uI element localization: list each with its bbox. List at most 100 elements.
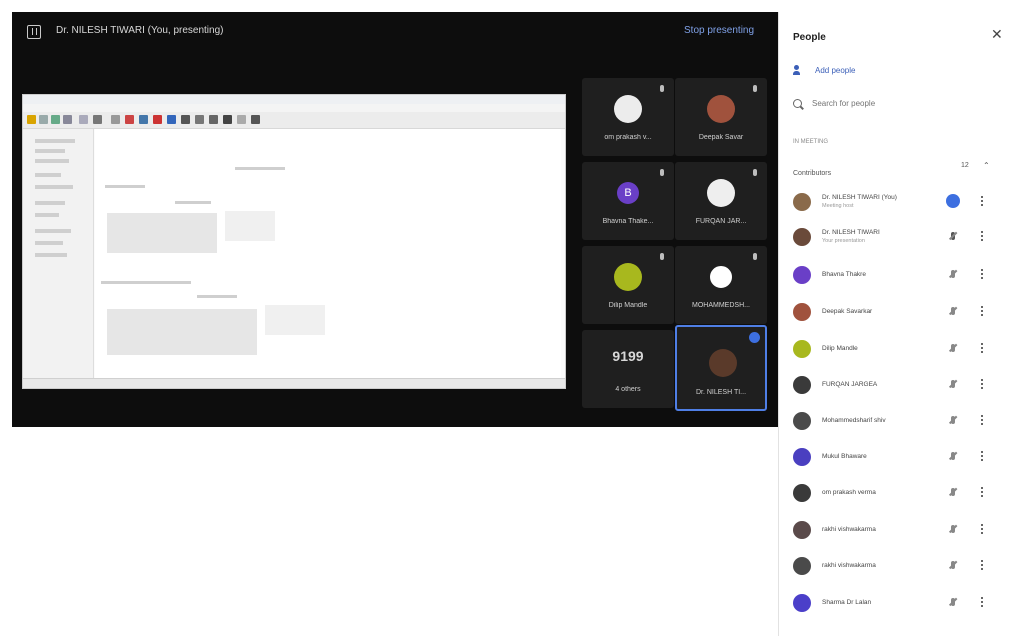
mic-off-icon	[753, 85, 757, 92]
participant-name: om prakash verma	[822, 489, 876, 496]
participant-tile-self[interactable]: Dr. NILESH TI...	[675, 325, 767, 411]
mic-off-icon	[660, 169, 664, 176]
more-options-icon[interactable]	[981, 487, 983, 497]
toolbar-icon	[125, 115, 134, 124]
participant-name: Bhavna Thake...	[602, 218, 654, 225]
search-icon	[793, 99, 802, 108]
mic-off-icon	[951, 452, 955, 460]
participant-list-item[interactable]: rakhi vishwakarma	[793, 554, 998, 578]
participant-list-item[interactable]: Mohammedsharif shiv	[793, 409, 998, 433]
participant-list-item[interactable]: Bhavna Thakre	[793, 263, 998, 287]
participant-list-item[interactable]: Dilip Mandle	[793, 337, 998, 361]
mic-off-icon	[951, 416, 955, 424]
participant-name: Dr. NILESH TIWARI (You)	[822, 194, 897, 201]
search-input[interactable]	[812, 99, 962, 108]
mic-off-icon	[951, 598, 955, 606]
close-icon[interactable]: ✕	[991, 26, 1003, 43]
toolbar-icon	[223, 115, 232, 124]
participant-list-item[interactable]: om prakash verma	[793, 481, 998, 505]
avatar	[793, 412, 811, 430]
people-panel: People ✕ Add people IN MEETING Contribut…	[778, 12, 1010, 636]
avatar	[793, 594, 811, 612]
presenting-icon	[27, 25, 41, 39]
more-options-icon[interactable]	[981, 306, 983, 316]
participant-name: Dr. NILESH TI...	[695, 389, 747, 396]
more-options-icon[interactable]	[981, 231, 983, 241]
mic-off-icon	[951, 307, 955, 315]
toolbar-icon	[209, 115, 218, 124]
mic-off-icon	[753, 169, 757, 176]
more-options-icon[interactable]	[981, 415, 983, 425]
participant-name: rakhi vishwakarma	[822, 526, 876, 533]
more-options-icon[interactable]	[981, 597, 983, 607]
toolbar-icon	[181, 115, 190, 124]
participant-name: Sharma Dr Lalan	[822, 599, 872, 606]
participant-list-item[interactable]: rakhi vishwakarma	[793, 518, 998, 542]
participant-list-item[interactable]: Mukul Bhaware	[793, 445, 998, 469]
participant-list-item[interactable]: Sharma Dr Lalan	[793, 591, 998, 615]
more-options-icon[interactable]	[981, 379, 983, 389]
toolbar-icon	[139, 115, 148, 124]
add-person-icon	[793, 65, 805, 75]
participant-name: Mohammedsharif shiv	[822, 417, 886, 424]
avatar	[793, 521, 811, 539]
more-options-icon[interactable]	[981, 560, 983, 570]
participant-name: Dilip Mandle	[822, 345, 858, 352]
participant-tile[interactable]: Dilip Mandle	[582, 246, 674, 324]
avatar	[793, 448, 811, 466]
more-options-icon[interactable]	[981, 451, 983, 461]
shared-window-menubar	[23, 104, 565, 112]
avatar	[793, 484, 811, 502]
avatar	[793, 193, 811, 211]
add-people-label: Add people	[815, 65, 856, 75]
participant-tile[interactable]: B Bhavna Thake...	[582, 162, 674, 240]
others-count-glyphs: 9199	[612, 348, 644, 364]
avatar: B	[617, 182, 639, 204]
speaking-icon	[946, 194, 960, 208]
stop-presenting-button[interactable]: Stop presenting	[684, 25, 754, 36]
participant-tile[interactable]: FURQAN JAR...	[675, 162, 767, 240]
search-row	[793, 99, 962, 108]
participant-tile[interactable]: MOHAMMEDSH...	[675, 246, 767, 324]
more-options-icon[interactable]	[981, 196, 983, 206]
add-people-button[interactable]: Add people	[793, 65, 855, 75]
participant-tile[interactable]: Deepak Savar	[675, 78, 767, 156]
participant-name: om prakash v...	[604, 134, 652, 141]
avatar	[793, 340, 811, 358]
more-options-icon[interactable]	[981, 343, 983, 353]
presenter-label: Dr. NILESH TIWARI (You, presenting)	[56, 25, 224, 36]
mic-off-icon	[951, 380, 955, 388]
shared-window-navigator	[23, 129, 94, 379]
toolbar-icon	[93, 115, 102, 124]
toolbar-icon	[111, 115, 120, 124]
shared-window-document	[95, 129, 561, 379]
participant-list-item[interactable]: Deepak Savarkar	[793, 300, 998, 324]
avatar	[707, 263, 735, 291]
participant-role: Your presentation	[822, 238, 865, 244]
contributors-group-header[interactable]: Contributors 12 ⌃	[793, 161, 993, 177]
toolbar-icon	[153, 115, 162, 124]
participant-name: Bhavna Thakre	[822, 271, 866, 278]
participant-tile[interactable]: om prakash v...	[582, 78, 674, 156]
avatar	[614, 95, 642, 123]
chevron-up-icon[interactable]: ⌃	[983, 161, 990, 170]
avatar	[793, 228, 811, 246]
mic-off-icon	[951, 561, 955, 569]
meeting-stage: Dr. NILESH TIWARI (You, presenting) Stop…	[12, 12, 778, 427]
more-options-icon[interactable]	[981, 524, 983, 534]
participant-list-item[interactable]: FURQAN JARGEA	[793, 373, 998, 397]
participant-role: Meeting host	[822, 203, 854, 209]
toolbar-icon	[167, 115, 176, 124]
participant-name: Dilip Mandle	[608, 302, 648, 309]
shared-window-toolbar	[23, 112, 565, 129]
participant-list-item[interactable]: Dr. NILESH TIWARI Your presentation	[793, 225, 998, 249]
panel-title: People	[793, 32, 826, 43]
avatar	[614, 263, 642, 291]
participant-list-item[interactable]: Dr. NILESH TIWARI (You) Meeting host	[793, 190, 998, 214]
mic-off-icon	[951, 525, 955, 533]
avatar	[793, 266, 811, 284]
participant-name: 4 others	[615, 386, 641, 393]
more-options-icon[interactable]	[981, 269, 983, 279]
avatar	[707, 95, 735, 123]
others-tile[interactable]: 9199 4 others	[582, 330, 674, 408]
